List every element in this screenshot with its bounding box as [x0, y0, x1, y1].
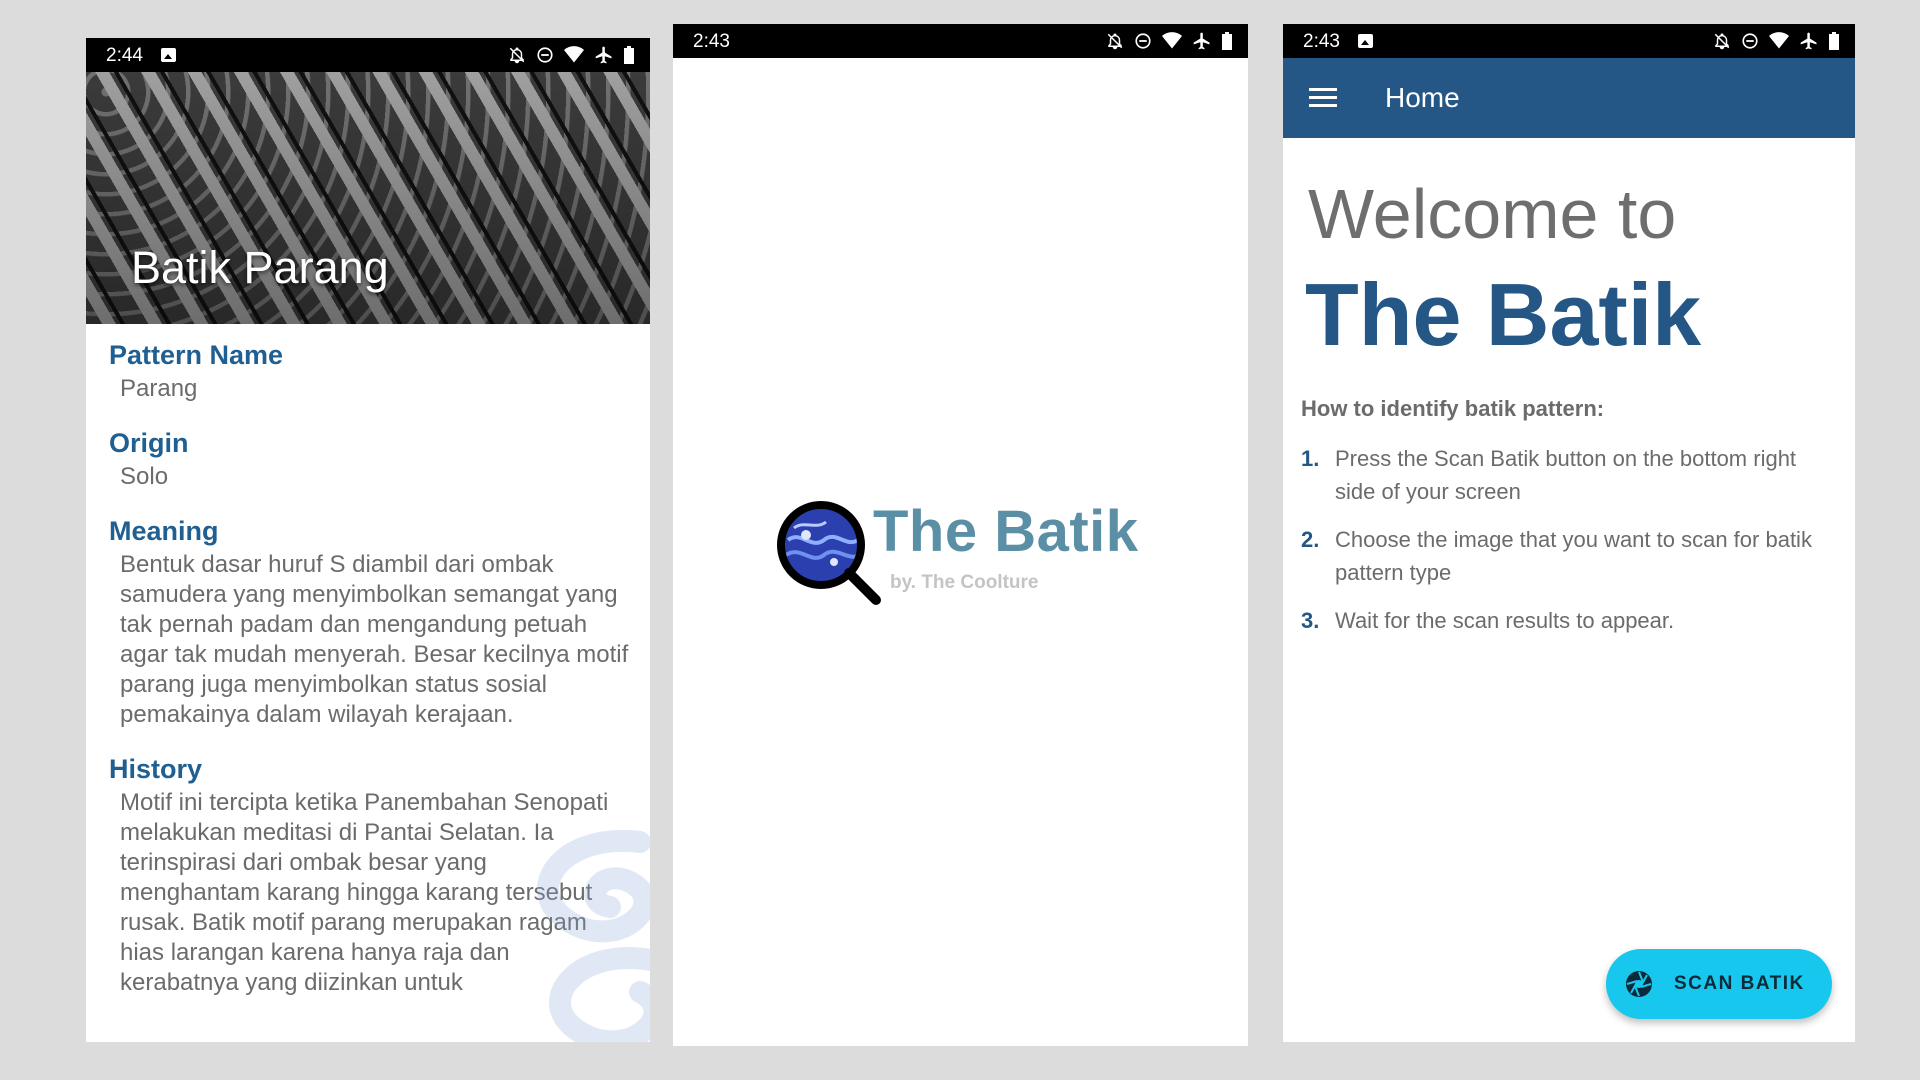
do-not-disturb-icon [1742, 33, 1758, 49]
splash-screen: 2:43 The Batik by. The Coolture [673, 24, 1248, 1046]
batik-detail-screen: 2:44 Batik Parang Pattern Name Parang Or… [86, 38, 650, 1042]
list-item: 3. Wait for the scan results to appear. [1301, 604, 1831, 637]
status-time: 2:44 [106, 45, 143, 66]
brand-heading: The Batik [1305, 265, 1702, 364]
step-text: Press the Scan Batik button on the botto… [1335, 446, 1797, 504]
app-bar: Home [1283, 58, 1855, 138]
section-value: Bentuk dasar huruf S diambil dari ombak … [120, 551, 629, 728]
menu-icon[interactable] [1309, 88, 1337, 108]
step-text: Wait for the scan results to appear. [1335, 608, 1675, 633]
image-notification-icon [1358, 34, 1373, 48]
do-not-disturb-icon [537, 47, 553, 63]
status-time: 2:43 [1303, 31, 1340, 52]
section-value: Solo [120, 463, 169, 490]
battery-icon [1829, 32, 1839, 50]
status-time: 2:43 [693, 31, 730, 52]
status-bar: 2:43 [1283, 24, 1855, 58]
home-screen: 2:43 Home Welcome to The Batik How to id… [1283, 24, 1855, 1042]
scan-batik-label: SCAN BATIK [1674, 973, 1805, 994]
list-item: 2. Choose the image that you want to sca… [1301, 523, 1831, 589]
section-value: Parang [120, 375, 198, 402]
appbar-title: Home [1385, 82, 1460, 113]
batik-hero-image: Batik Parang [86, 72, 650, 324]
wifi-icon [1769, 32, 1789, 49]
app-name: The Batik [873, 499, 1139, 564]
status-icons [1713, 31, 1839, 51]
origin-section: Origin Solo [109, 426, 629, 492]
bell-off-icon [1714, 33, 1730, 50]
wifi-icon [564, 46, 584, 63]
instruction-list: 1. Press the Scan Batik button on the bo… [1301, 442, 1831, 652]
step-number: 1. [1301, 446, 1320, 471]
image-notification-icon [161, 48, 176, 62]
battery-icon [1222, 32, 1232, 50]
decorative-swirl-image [537, 829, 650, 1042]
step-text: Choose the image that you want to scan f… [1335, 527, 1812, 585]
hero-title: Batik Parang [131, 242, 389, 293]
welcome-heading: Welcome to [1308, 175, 1677, 253]
pattern-name-section: Pattern Name Parang [109, 338, 629, 404]
list-item: 1. Press the Scan Batik button on the bo… [1301, 442, 1831, 508]
section-label: History [109, 754, 203, 784]
do-not-disturb-icon [1135, 33, 1151, 49]
bell-off-icon [509, 47, 525, 64]
step-number: 2. [1301, 527, 1320, 552]
magnifier-logo-icon [777, 501, 881, 605]
status-icons [508, 45, 634, 65]
airplane-icon [595, 46, 612, 64]
section-label: Origin [109, 428, 189, 458]
bell-off-icon [1107, 33, 1123, 50]
section-label: Meaning [109, 516, 219, 546]
status-icons [1106, 31, 1232, 51]
meaning-section: Meaning Bentuk dasar huruf S diambil dar… [109, 514, 629, 730]
wifi-icon [1162, 32, 1182, 49]
battery-icon [624, 46, 634, 64]
byline: by. The Coolture [890, 572, 1039, 593]
status-bar: 2:43 [673, 24, 1248, 58]
airplane-icon [1193, 32, 1210, 50]
airplane-icon [1800, 32, 1817, 50]
instructions-title: How to identify batik pattern: [1301, 396, 1605, 421]
scan-batik-button[interactable]: SCAN BATIK [1606, 949, 1832, 1019]
section-label: Pattern Name [109, 340, 284, 370]
step-number: 3. [1301, 608, 1320, 633]
status-bar: 2:44 [86, 38, 650, 72]
camera-shutter-icon [1626, 971, 1652, 997]
